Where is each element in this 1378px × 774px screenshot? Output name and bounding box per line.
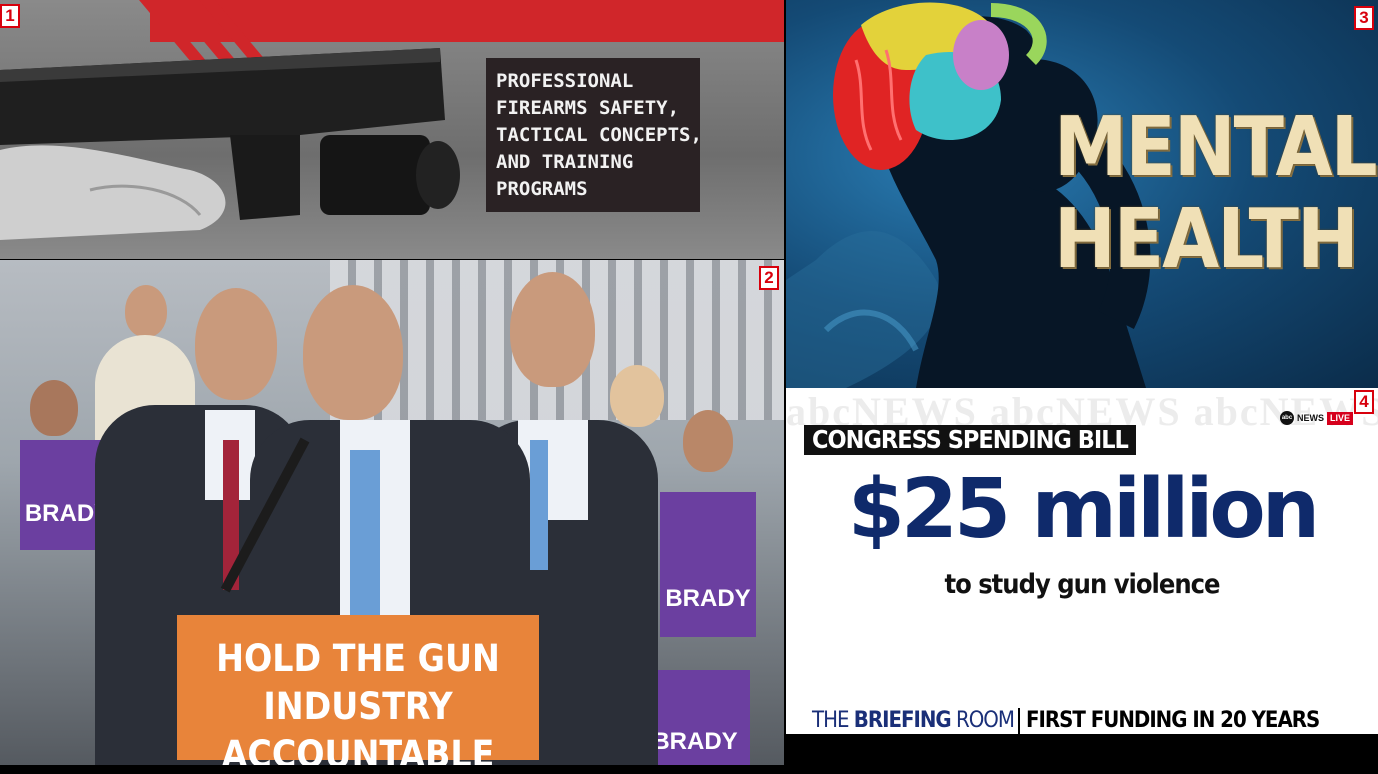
brady-shirt: BRADY (660, 492, 756, 637)
live-badge: LIVE (1327, 411, 1354, 425)
show-brand: THE BRIEFING ROOM (786, 708, 1018, 734)
panel-number-label: 4 (1354, 390, 1374, 414)
person-head (683, 410, 733, 472)
abc-news-logo: abc NEWS LIVE (1280, 411, 1354, 425)
person-head (125, 285, 167, 337)
podium-line1: HOLD THE GUN (216, 637, 500, 680)
person-head (510, 272, 595, 387)
panel-number-label: 2 (759, 266, 779, 290)
speaker-head (303, 285, 403, 420)
person-tie (530, 440, 548, 570)
podium-line2: INDUSTRY ACCOUNTABLE (177, 683, 539, 765)
funding-amount: $25 million (847, 462, 1320, 557)
news-kicker: CONGRESS SPENDING BILL (804, 425, 1136, 455)
abc-logo-text: NEWS (1297, 412, 1324, 423)
person-head (610, 365, 664, 427)
podium-line2-a: INDUSTRY (263, 685, 453, 728)
panel-firearms-training: PROFESSIONAL FIREARMS SAFETY, TACTICAL C… (0, 0, 784, 259)
brand-the: THE (812, 708, 854, 733)
text-line: FIREARMS SAFETY, (496, 97, 680, 119)
abc-logo-icon: abc (1280, 411, 1294, 425)
training-programs-text: PROFESSIONAL FIREARMS SAFETY, TACTICAL C… (486, 58, 702, 212)
person-head (195, 288, 277, 400)
panel-mental-health: MENTAL HEALTH 3 (786, 0, 1378, 388)
podium-sign: HOLD THE GUN INDUSTRY ACCOUNTABLE (177, 615, 539, 765)
podium-line2-b: ACCOUNTABLE (221, 733, 495, 765)
brady-sign-label: BRADY (652, 728, 738, 755)
text-line: PROFESSIONAL (496, 70, 634, 92)
panel-number-label: 1 (0, 4, 20, 28)
speaker-tie (350, 450, 380, 620)
panel-number-label: 3 (1354, 6, 1374, 30)
brand-room: ROOM (950, 708, 1015, 733)
text-line: PROGRAMS (496, 178, 588, 200)
title-line2: HEALTH (1054, 192, 1359, 287)
lower-third: THE BRIEFING ROOM FIRST FUNDING IN 20 YE… (786, 708, 1378, 734)
brand-briefing: BRIEFING (853, 708, 952, 733)
panel-press-conference: BRADY BRADY BRADY HOLD THE GUN INDUSTRY … (0, 260, 784, 765)
handgun-illustration (0, 48, 460, 240)
funding-subtitle: to study gun violence (944, 569, 1220, 600)
person-head (30, 380, 78, 436)
brady-shirt-label: BRADY (665, 585, 751, 612)
panel-news-broadcast: abcNEWS abcNEWS abcNEWS abc NEWS LIVE CO… (786, 388, 1378, 734)
mental-health-title: MENTAL HEALTH (1054, 100, 1378, 287)
lower-third-headline: FIRST FUNDING IN 20 YEARS (1019, 708, 1378, 734)
text-line: TACTICAL CONCEPTS, (496, 124, 702, 146)
text-line: AND TRAINING (496, 151, 634, 173)
title-line1: MENTAL (1054, 100, 1378, 195)
